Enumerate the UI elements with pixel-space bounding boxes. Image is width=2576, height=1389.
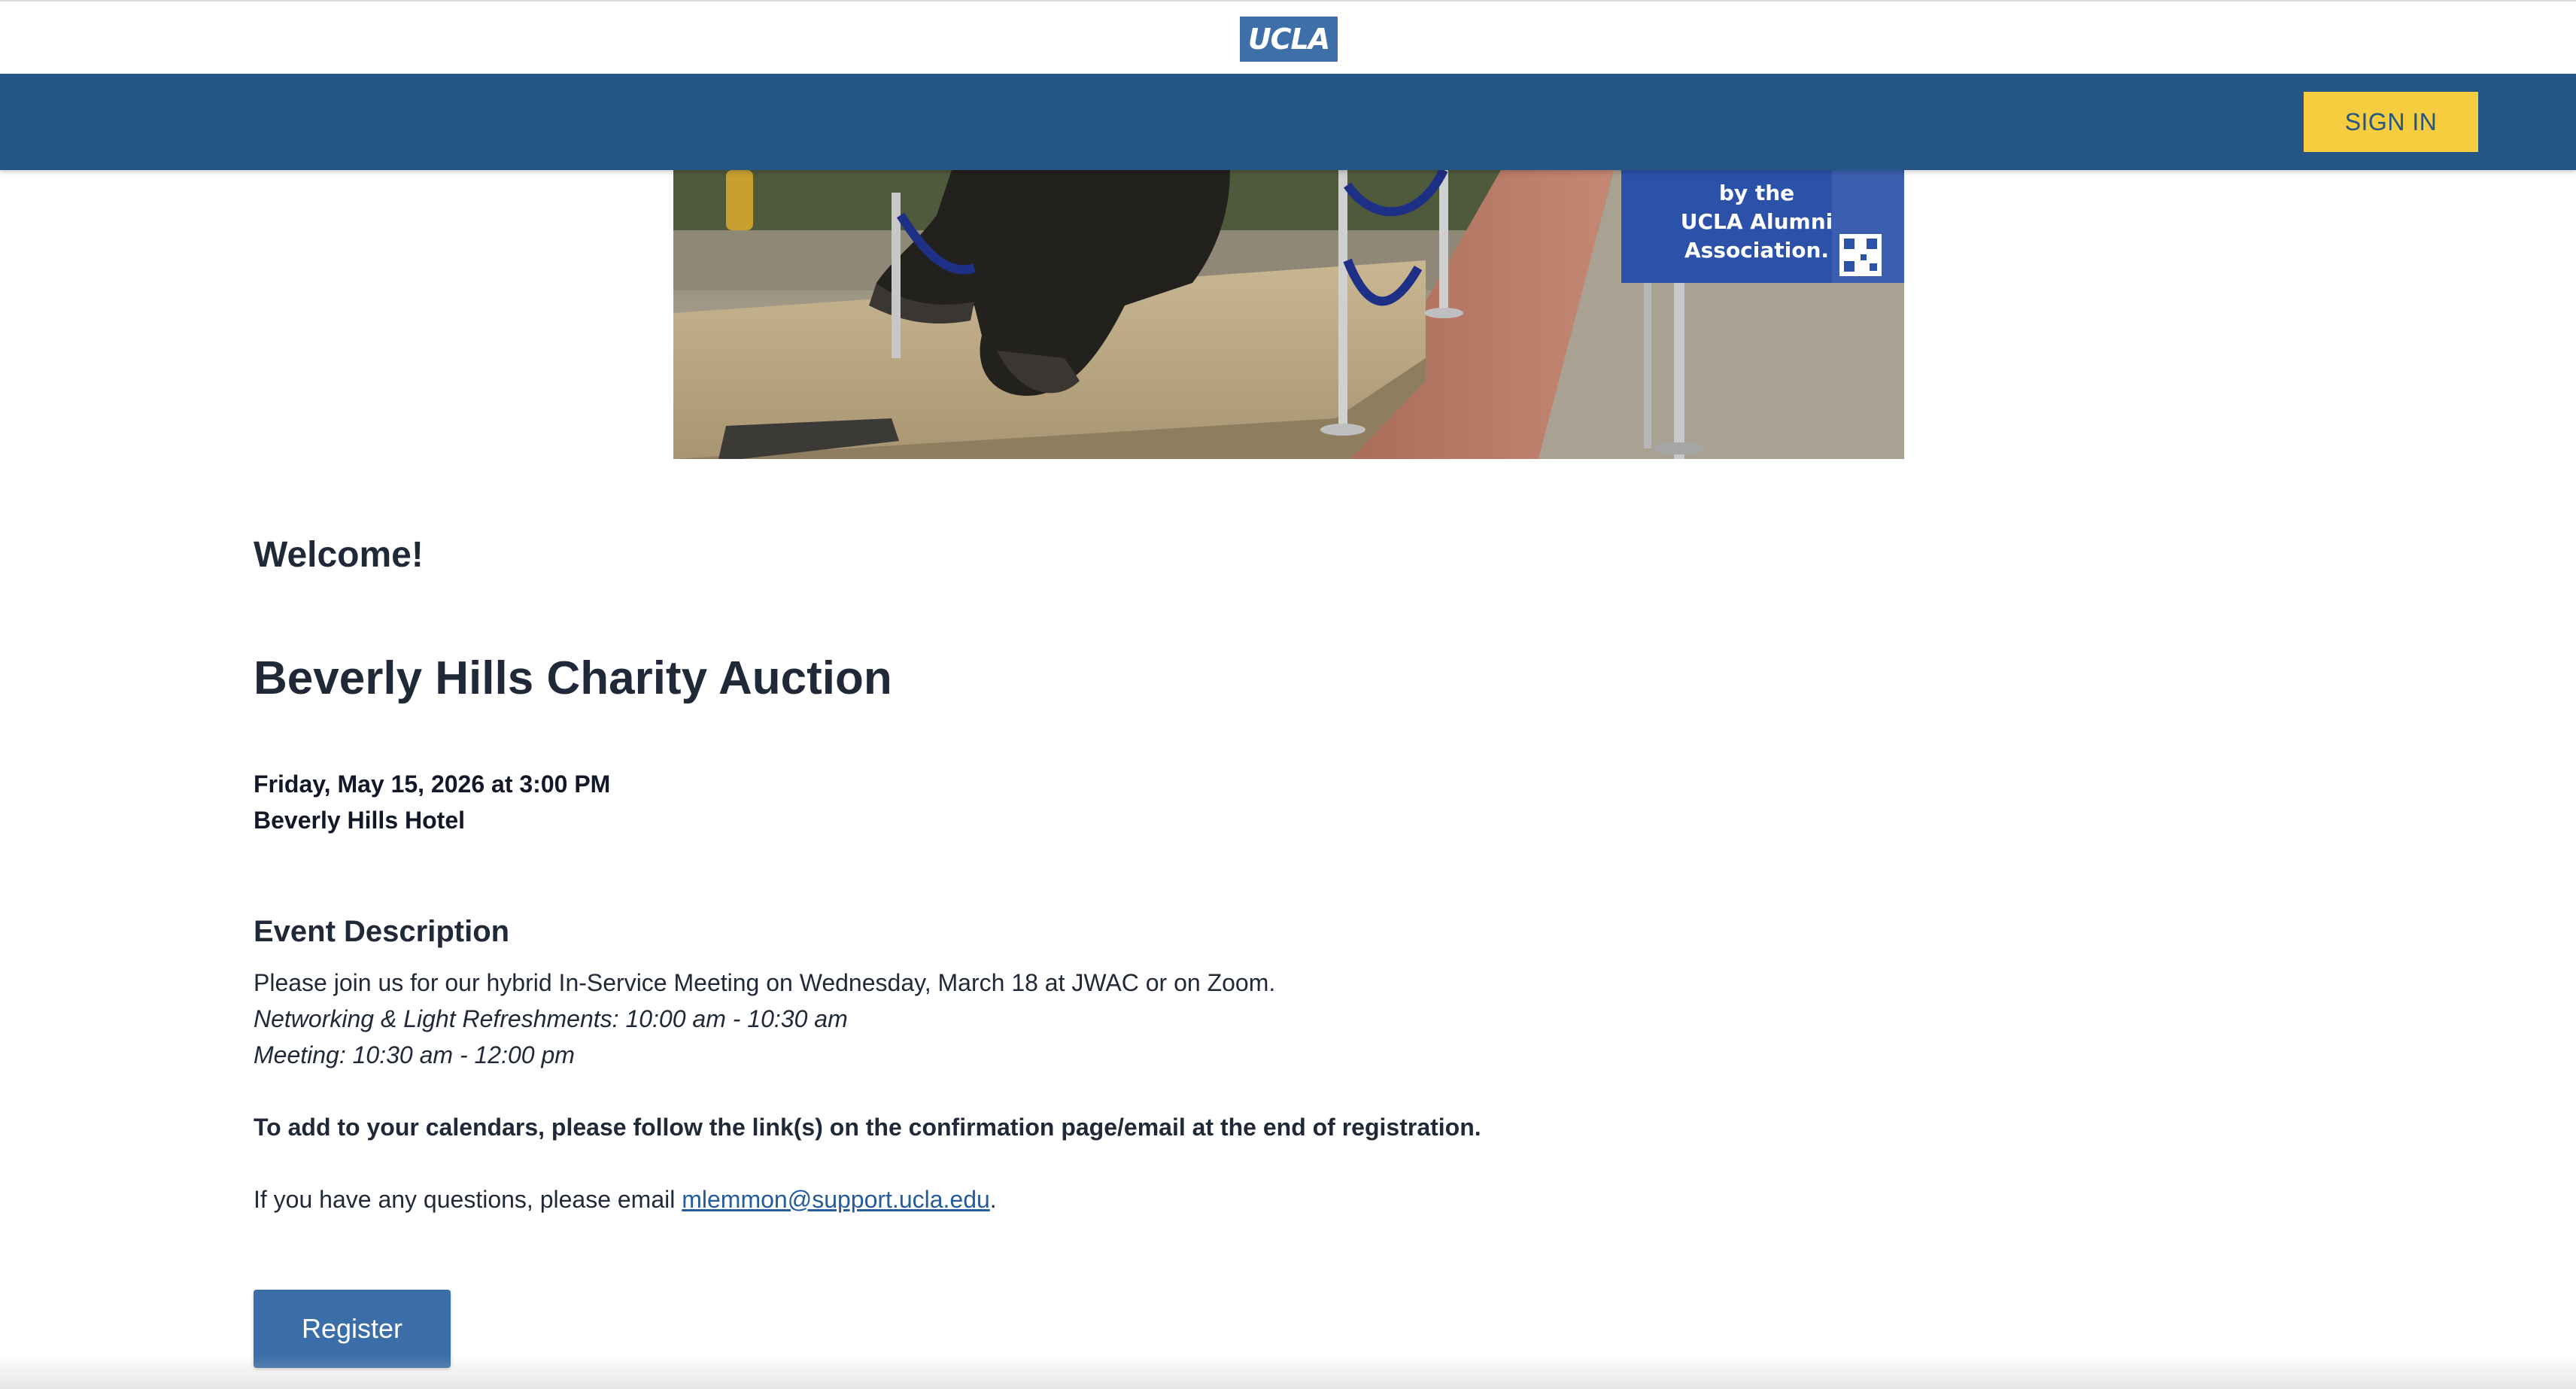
sign-text-line-3: Association. (1684, 238, 1829, 263)
ucla-logo[interactable]: UCLA (1240, 17, 1338, 62)
event-page: UCLA SIGN IN by the UCLA Alumni Associat… (0, 0, 2576, 1389)
event-title: Beverly Hills Charity Auction (254, 652, 892, 704)
sign-text-line-1: by the (1719, 181, 1794, 205)
event-venue: Beverly Hills Hotel (254, 807, 465, 834)
meeting-time-text: Meeting: 10:30 am - 12:00 pm (254, 1041, 575, 1068)
register-button[interactable]: Register (254, 1290, 451, 1368)
questions-prefix: If you have any questions, please email (254, 1186, 682, 1213)
contact-email-link[interactable]: mlemmon@support.ucla.edu (682, 1186, 990, 1213)
networking-time-text: Networking & Light Refreshments: 10:00 a… (254, 1005, 848, 1032)
top-header: UCLA (0, 0, 2576, 74)
bruin-bear-statue-image: by the UCLA Alumni Association. (673, 170, 1904, 459)
calendar-note: To add to your calendars, please follow … (254, 1114, 1481, 1141)
sign-in-button[interactable]: SIGN IN (2304, 92, 2478, 152)
questions-text: If you have any questions, please email … (254, 1186, 997, 1214)
description-text: Please join us for our hybrid In-Service… (254, 969, 1276, 996)
hero-image: by the UCLA Alumni Association. (673, 170, 1904, 459)
event-date: Friday, May 15, 2026 at 3:00 PM (254, 770, 611, 798)
questions-suffix: . (989, 1186, 997, 1213)
sign-text-line-2: UCLA Alumni (1681, 209, 1833, 234)
description-heading: Event Description (254, 915, 510, 948)
welcome-heading: Welcome! (254, 535, 424, 575)
nav-bar: SIGN IN (0, 74, 2576, 170)
